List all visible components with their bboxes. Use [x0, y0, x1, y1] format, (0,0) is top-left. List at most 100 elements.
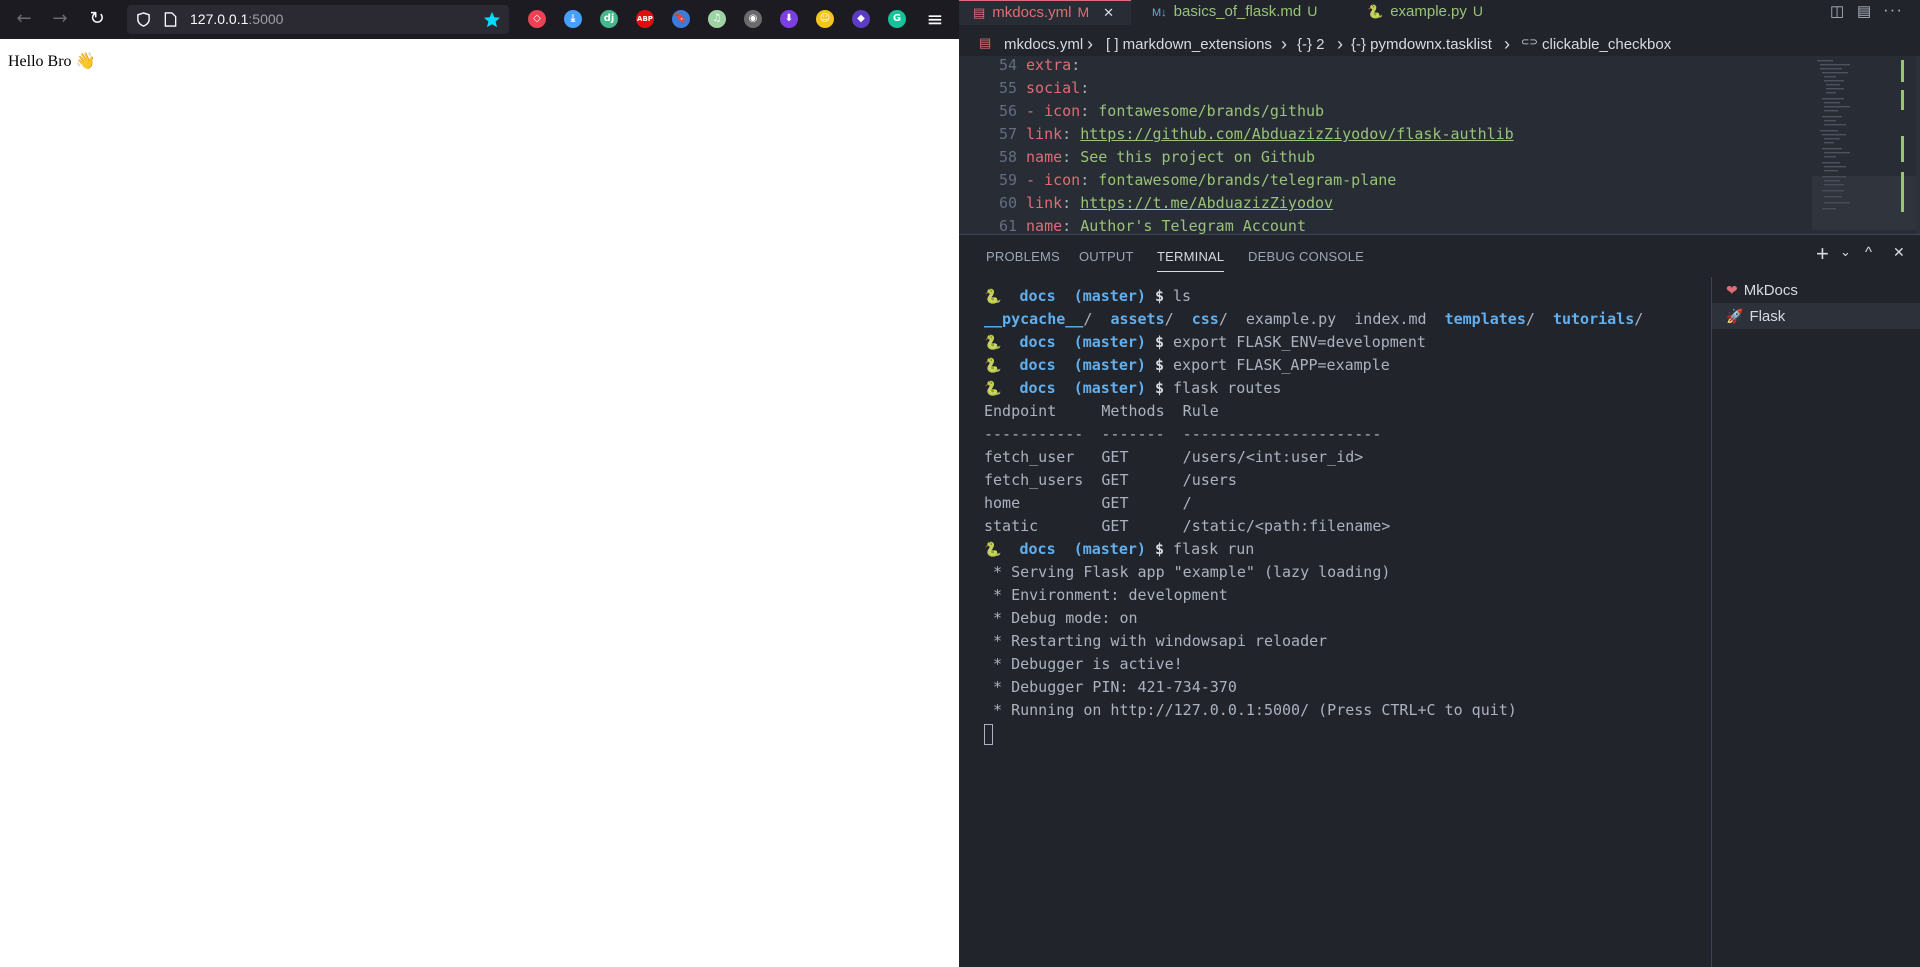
- breadcrumb-item[interactable]: [ ] markdown_extensions: [1106, 36, 1272, 53]
- panel-tab-debug-console[interactable]: DEBUG CONSOLE: [1248, 249, 1364, 264]
- terminal-line: * Restarting with windowsapi reloader: [984, 632, 1328, 650]
- terminal-line: __pycache__/ assets/ css/ example.py ind…: [984, 308, 1643, 331]
- reload-button[interactable]: ↻: [86, 8, 108, 30]
- terminal-text: /: [1218, 310, 1228, 328]
- code-token: :: [1062, 148, 1081, 166]
- line-number: 57: [998, 125, 1017, 143]
- code-line: 61 name: Author's Telegram Account: [959, 215, 1306, 234]
- close-tab-icon[interactable]: ✕: [1103, 5, 1114, 20]
- bookmark-icon[interactable]: 🔖: [672, 10, 690, 28]
- editor-tab-basics-of-flask-md[interactable]: M↓ basics_of_flask.md U: [1138, 0, 1346, 24]
- file-icon: M↓: [1152, 7, 1167, 19]
- code-token: link: [1026, 125, 1063, 143]
- download-icon[interactable]: ⤓: [564, 10, 582, 28]
- ext-download-icon[interactable]: ⬇: [780, 10, 798, 28]
- layers-icon[interactable]: ◆: [852, 10, 870, 28]
- terminal-item-mkdocs[interactable]: ❤ MkDocs: [1712, 277, 1920, 303]
- line-number: 61: [998, 217, 1017, 234]
- tab-label: example.py: [1390, 3, 1467, 20]
- terminal-item-flask[interactable]: 🚀 Flask: [1712, 303, 1920, 329]
- prompt-symbol: $: [1145, 287, 1174, 305]
- terminal-line: static GET /static/<path:filename>: [984, 517, 1391, 535]
- code-token: - icon: [1026, 102, 1081, 120]
- adblock-icon[interactable]: ABP: [636, 10, 654, 28]
- terminal-line: 🐍 docs (master) $ ls: [984, 285, 1191, 308]
- waving-hand-icon: 👋: [75, 53, 96, 70]
- grammarly-icon[interactable]: G: [888, 10, 906, 28]
- terminal-line: 🐍 docs (master) $ export FLASK_APP=examp…: [984, 354, 1390, 377]
- code-line: 54 extra:: [959, 56, 1080, 77]
- terminal-dropdown-icon[interactable]: ⌄: [1840, 244, 1851, 260]
- bottom-panel: PROBLEMS OUTPUT TERMINAL DEBUG CONSOLE + ⌄ …: [959, 234, 1920, 967]
- prompt-directory: docs: [1019, 333, 1056, 351]
- python-icon: 🐍: [984, 381, 1002, 397]
- breadcrumb-item[interactable]: mkdocs.yml: [1004, 36, 1083, 53]
- layout-icon[interactable]: ▤: [1857, 2, 1871, 20]
- editor-tab-mkdocs-yml[interactable]: ▤ mkdocs.yml M ✕: [959, 0, 1131, 25]
- code-link[interactable]: https://github.com/AbduazizZiyodov/flask…: [1080, 125, 1513, 143]
- python-icon: 🐍: [984, 358, 1002, 374]
- code-token: extra: [1026, 56, 1072, 74]
- panel-tab-terminal[interactable]: TERMINAL: [1157, 249, 1225, 272]
- code-editor[interactable]: 54 extra: 55 social: 56 - icon: fontawesom…: [959, 56, 1920, 234]
- address-bar[interactable]: 127.0.0.1:5000: [127, 5, 509, 34]
- prompt-directory: docs: [1019, 540, 1056, 558]
- terminal-line: 🐍 docs (master) $ flask routes: [984, 377, 1281, 400]
- prompt-branch: (master): [1073, 540, 1146, 558]
- menu-icon[interactable]: ≡: [924, 8, 946, 30]
- terminal-line: home GET /: [984, 494, 1192, 512]
- terminal-directory: tutorials: [1552, 310, 1635, 328]
- terminal-directory: css: [1191, 310, 1219, 328]
- breadcrumb-separator-icon: ›: [1281, 34, 1287, 54]
- close-panel-icon[interactable]: ✕: [1893, 244, 1905, 261]
- maximize-panel-icon[interactable]: ^: [1865, 244, 1872, 261]
- music-icon[interactable]: ♫: [708, 10, 726, 28]
- tab-status-badge: M: [1077, 4, 1090, 20]
- code-token: link: [1026, 194, 1063, 212]
- back-button[interactable]: ←: [13, 8, 35, 30]
- terminal-line: 🐍 docs (master) $ export FLASK_ENV=devel…: [984, 331, 1426, 354]
- shield-icon[interactable]: [136, 12, 151, 27]
- code-token: name: [1026, 148, 1063, 166]
- line-number: 60: [998, 194, 1017, 212]
- browser-toolbar: ← → ↻ 127.0.0.1:5000 ◇ ⤓ dj ABP 🔖 ♫ ◉ ⬇ ☺ ◆ G ≡: [0, 0, 959, 39]
- tab-label: basics_of_flask.md: [1173, 3, 1302, 20]
- url-host: 127.0.0.1: [190, 11, 249, 27]
- code-token: Author's Telegram Account: [1080, 217, 1306, 234]
- forward-button[interactable]: →: [49, 8, 71, 30]
- terminal-command: flask routes: [1173, 379, 1282, 397]
- breadcrumb-item[interactable]: clickable_checkbox: [1542, 36, 1671, 53]
- python-icon: 🐍: [984, 542, 1002, 558]
- panel-tab-problems[interactable]: PROBLEMS: [986, 249, 1060, 264]
- spy-icon[interactable]: ◉: [744, 10, 762, 28]
- code-token: name: [1026, 217, 1063, 234]
- bookmark-star-icon[interactable]: [483, 11, 501, 29]
- terminal[interactable]: 🐍 docs (master) $ ls __pycache__/ assets/…: [959, 277, 1711, 967]
- prompt-symbol: $: [1145, 333, 1174, 351]
- dj-icon[interactable]: dj: [600, 10, 618, 28]
- terminal-directory: assets: [1110, 310, 1165, 328]
- emoji-icon[interactable]: ☺: [816, 10, 834, 28]
- page-icon[interactable]: [164, 12, 177, 27]
- prompt-directory: docs: [1019, 379, 1056, 397]
- hello-label: Hello Bro: [8, 53, 72, 70]
- breadcrumb-item[interactable]: {-} 2: [1297, 36, 1325, 53]
- breadcrumb-separator-icon: ›: [1337, 34, 1343, 54]
- breadcrumb-item[interactable]: {-} pymdownx.tasklist: [1351, 36, 1492, 53]
- code-line: 60 link: https://t.me/AbduazizZiyodov: [959, 192, 1333, 215]
- minimap[interactable]: [1812, 56, 1920, 234]
- new-terminal-icon[interactable]: +: [1816, 241, 1829, 267]
- editor-tab-example-py[interactable]: 🐍 example.py U: [1353, 0, 1501, 24]
- terminal-command: flask run: [1173, 540, 1255, 558]
- prompt-branch: (master): [1073, 333, 1146, 351]
- code-link[interactable]: https://t.me/AbduazizZiyodov: [1080, 194, 1333, 212]
- split-editor-icon[interactable]: ◫: [1830, 2, 1844, 20]
- panel-tab-output[interactable]: OUTPUT: [1079, 249, 1134, 264]
- browser-window: ← → ↻ 127.0.0.1:5000 ◇ ⤓ dj ABP 🔖 ♫ ◉ ⬇ ☺ ◆ G ≡ He…: [0, 0, 960, 966]
- pocket-icon[interactable]: ◇: [528, 10, 546, 28]
- terminal-directory: templates: [1444, 310, 1526, 328]
- code-line: 58 name: See this project on Github: [959, 146, 1315, 169]
- more-actions-icon[interactable]: ···: [1883, 0, 1903, 20]
